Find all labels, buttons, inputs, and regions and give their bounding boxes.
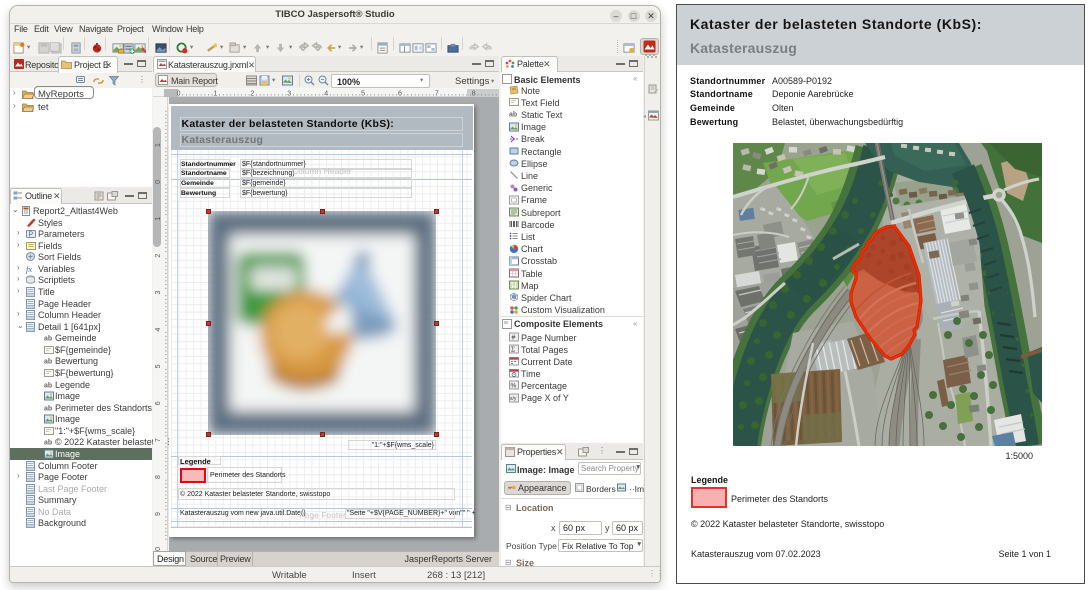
- svg-text:x/y: x/y: [510, 396, 517, 402]
- svg-text:4: 4: [155, 327, 162, 331]
- svg-text:9: 9: [155, 512, 162, 516]
- svg-text:ab: ab: [44, 440, 52, 447]
- svg-text:Σ: Σ: [511, 346, 515, 354]
- svg-text:3: 3: [155, 291, 162, 295]
- svg-text:%: %: [511, 383, 517, 390]
- svg-text:ab: ab: [44, 359, 52, 366]
- svg-text:7: 7: [155, 438, 162, 442]
- svg-text:ab: ab: [44, 405, 52, 412]
- svg-text:P: P: [29, 232, 34, 239]
- svg-text:8: 8: [155, 475, 162, 479]
- svg-text:6: 6: [155, 401, 162, 405]
- svg-text:#: #: [512, 335, 516, 342]
- svg-text:ab: ab: [509, 112, 517, 119]
- svg-text:2: 2: [155, 254, 162, 258]
- svg-text:ab: ab: [44, 336, 52, 343]
- svg-text:5: 5: [155, 364, 162, 368]
- svg-text:1: 1: [155, 143, 162, 147]
- svg-text:0: 0: [155, 180, 162, 184]
- svg-text:fx: fx: [26, 264, 32, 274]
- svg-text:ab: ab: [44, 382, 52, 389]
- svg-text:1: 1: [155, 217, 162, 221]
